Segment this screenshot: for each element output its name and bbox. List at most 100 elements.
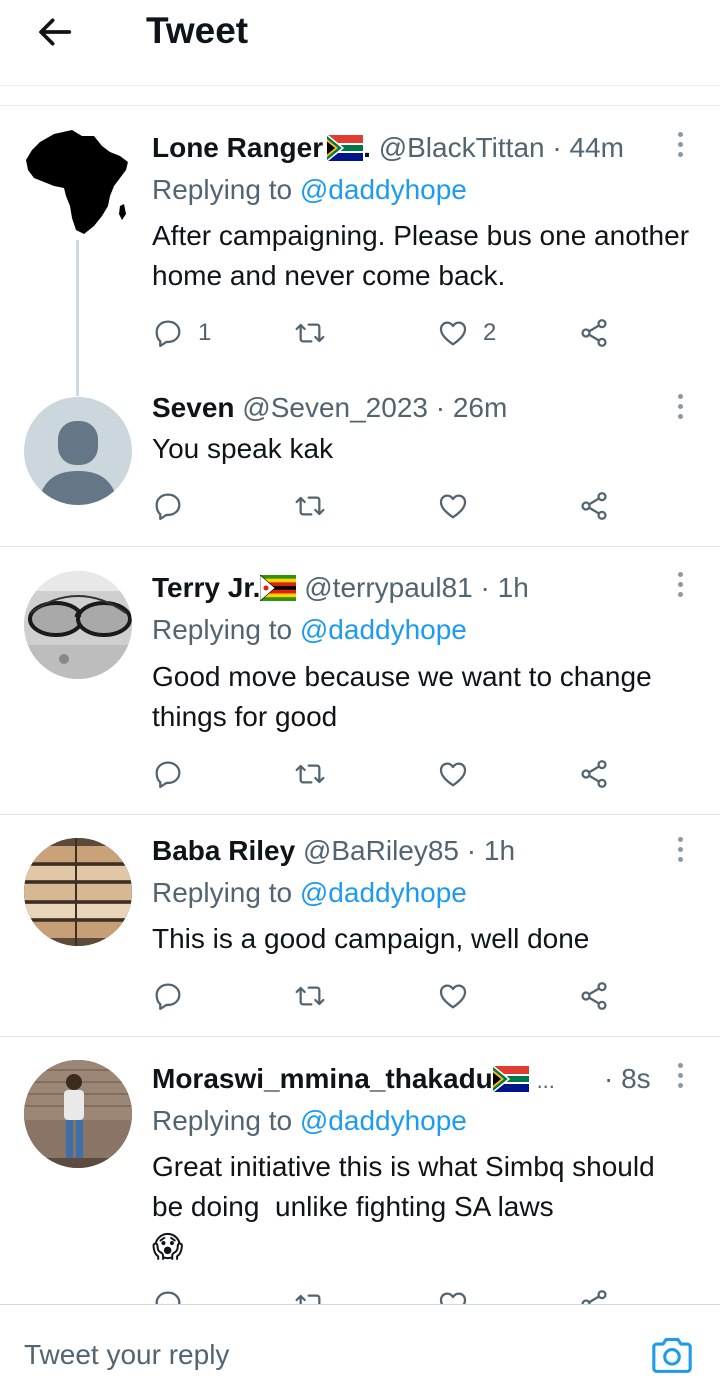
timestamp[interactable]: · 1h [467, 835, 515, 866]
timestamp[interactable]: · 26m [436, 392, 508, 423]
more-vertical-icon[interactable] [676, 837, 684, 865]
avatar-default[interactable] [24, 397, 132, 505]
author-handle[interactable]: ... [537, 1068, 555, 1093]
arrow-left-icon[interactable] [36, 12, 76, 52]
reply-bubble-icon [152, 1288, 184, 1304]
mention-link[interactable]: @daddyhope [300, 1105, 467, 1136]
tweet-lone-ranger[interactable]: Lone Ranger. @BlackTittan · 44m Replying… [0, 106, 720, 396]
replying-prefix: Replying to [152, 614, 293, 645]
author-name[interactable]: Moraswi_mmina_thakadu [152, 1063, 493, 1094]
reply-button[interactable]: 1 [152, 313, 211, 353]
page-title: Tweet [146, 10, 249, 51]
retweet-icon [294, 980, 326, 1012]
avatar[interactable] [24, 838, 132, 946]
replying-to: Replying to @daddyhope [152, 613, 467, 647]
like-button[interactable] [437, 976, 469, 1016]
replying-prefix: Replying to [152, 1105, 293, 1136]
heart-icon [437, 980, 469, 1012]
south-africa-flag-icon [493, 1066, 529, 1092]
like-button[interactable] [437, 754, 469, 794]
share-icon [578, 758, 610, 790]
author-name[interactable]: Lone Ranger [152, 132, 323, 163]
retweet-button[interactable] [294, 1284, 326, 1304]
timestamp[interactable]: · 1h [481, 572, 529, 603]
avatar[interactable] [24, 126, 132, 234]
avatar[interactable] [24, 571, 132, 679]
default-profile-icon [38, 421, 118, 505]
africa-map-avatar [26, 130, 128, 234]
share-button[interactable] [578, 313, 610, 353]
replying-prefix: Replying to [152, 174, 293, 205]
mention-link[interactable]: @daddyhope [300, 877, 467, 908]
more-vertical-icon[interactable] [676, 394, 684, 422]
tweet-seven[interactable]: Seven @Seven_2023 · 26m You speak kak [0, 376, 720, 547]
timestamp[interactable]: · 44m [552, 132, 624, 163]
retweet-button[interactable] [294, 486, 326, 526]
reply-bubble-icon [152, 980, 184, 1012]
tweet-moraswi[interactable]: Moraswi_mmina_thakadu ... · 8s Replying … [0, 1038, 720, 1304]
retweet-icon [294, 1288, 326, 1304]
reply-button[interactable] [152, 754, 184, 794]
share-icon [578, 980, 610, 1012]
like-button[interactable]: 2 [437, 313, 496, 353]
reply-button[interactable] [152, 486, 184, 526]
south-africa-flag-icon [327, 135, 363, 161]
share-icon [578, 490, 610, 522]
tweet-text: Great initiative this is what Simbq shou… [152, 1151, 671, 1222]
retweet-icon [294, 490, 326, 522]
like-button[interactable] [437, 486, 469, 526]
author-handle[interactable]: @terrypaul81 [304, 572, 473, 603]
author-name[interactable]: Terry Jr. [152, 572, 260, 603]
heart-icon [437, 317, 469, 349]
tweet-actions [152, 1284, 622, 1304]
more-vertical-icon[interactable] [676, 132, 684, 160]
author-handle[interactable]: @Seven_2023 [242, 392, 428, 423]
more-vertical-icon[interactable] [676, 572, 684, 600]
author-handle[interactable]: @BaRiley85 [303, 835, 459, 866]
share-button[interactable] [578, 486, 610, 526]
reply-bubble-icon [152, 758, 184, 790]
person-photo-avatar [24, 1060, 132, 1168]
reply-button[interactable] [152, 1284, 184, 1304]
retweet-icon [294, 758, 326, 790]
retweet-button[interactable] [294, 313, 326, 353]
share-button[interactable] [578, 976, 610, 1016]
mention-link[interactable]: @daddyhope [300, 174, 467, 205]
more-vertical-icon[interactable] [676, 1063, 684, 1091]
zimbabwe-flag-icon [260, 575, 296, 601]
author-name[interactable]: Seven [152, 392, 235, 423]
retweet-button[interactable] [294, 754, 326, 794]
tweet-terry-jr[interactable]: Terry Jr. @terrypaul81 · 1h Replying to … [0, 548, 720, 815]
tweet-emoji: 😱 [152, 1231, 184, 1264]
timestamp[interactable]: · 8s [604, 1063, 651, 1094]
name-suffix: . [363, 132, 371, 163]
replying-to: Replying to @daddyhope [152, 876, 467, 910]
thread-line [76, 240, 79, 396]
reply-button[interactable] [152, 976, 184, 1016]
retweet-icon [294, 317, 326, 349]
reply-bubble-icon [152, 317, 184, 349]
bread-photo-avatar [24, 838, 132, 946]
replying-to: Replying to @daddyhope [152, 1104, 467, 1138]
mention-link[interactable]: @daddyhope [300, 614, 467, 645]
tweet-actions [152, 976, 622, 1016]
reply-composer: Tweet your reply [0, 1304, 720, 1379]
avatar[interactable] [24, 1060, 132, 1168]
sunglasses-photo-avatar [24, 571, 132, 679]
author-name[interactable]: Baba Riley [152, 835, 295, 866]
camera-icon[interactable] [650, 1335, 694, 1375]
tweet-baba-riley[interactable]: Baba Riley @BaRiley85 · 1h Replying to @… [0, 816, 720, 1037]
top-app-bar: Tweet [0, 0, 720, 86]
tweet-text: Good move because we want to change thin… [152, 661, 652, 732]
share-icon [578, 1288, 610, 1304]
heart-icon [437, 490, 469, 522]
tweet-actions [152, 754, 622, 794]
reply-input[interactable]: Tweet your reply [24, 1339, 229, 1371]
share-button[interactable] [578, 1284, 610, 1304]
share-button[interactable] [578, 754, 610, 794]
tweet-text: After campaigning. Please bus one anothe… [152, 220, 690, 291]
retweet-button[interactable] [294, 976, 326, 1016]
author-handle[interactable]: @BlackTittan [379, 132, 545, 163]
heart-icon [437, 1288, 469, 1304]
like-button[interactable] [437, 1284, 469, 1304]
